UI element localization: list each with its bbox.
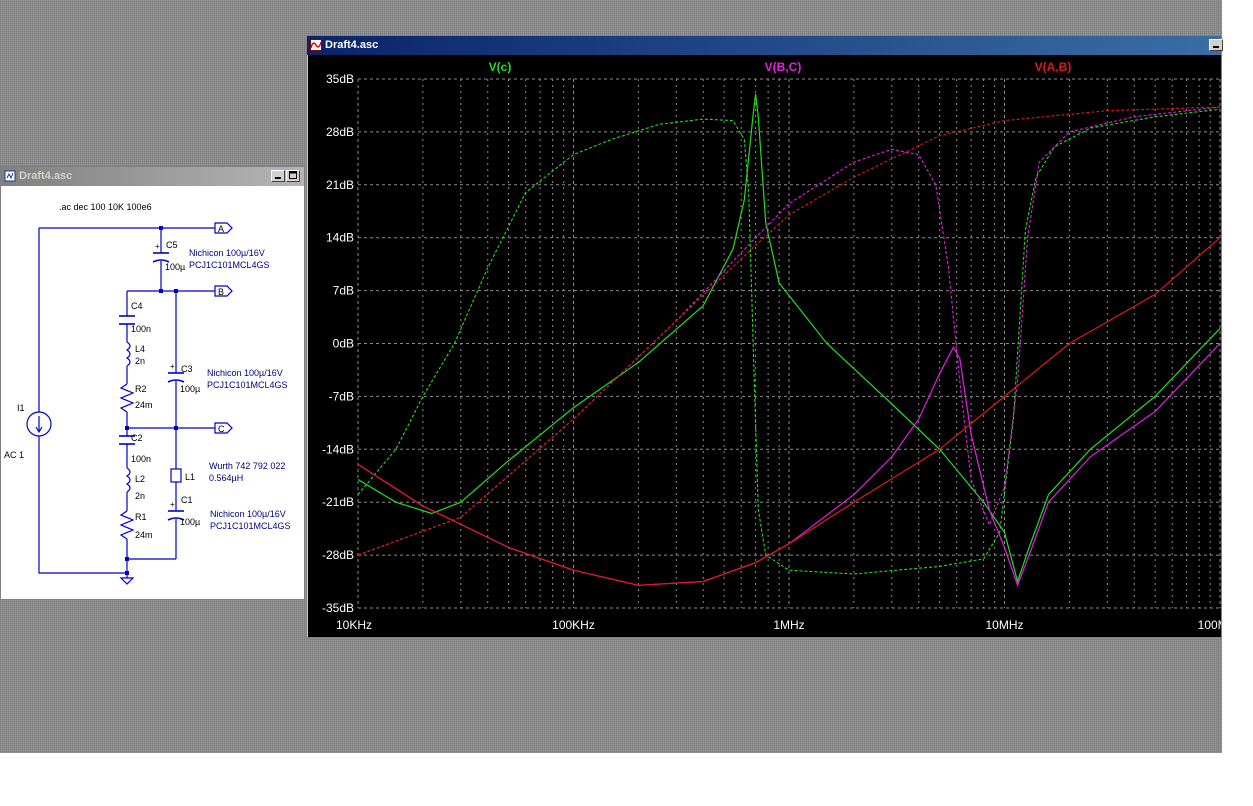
i1-ref: I1 [17, 403, 25, 413]
c5-model: Nichicon 100µ/16V [189, 248, 265, 258]
c5-value: 100µ [165, 262, 185, 272]
maximize-icon [289, 171, 297, 179]
y-tick-label: 35dB [326, 72, 354, 86]
y-tick-label: -35dB [322, 601, 354, 615]
junction [125, 557, 129, 561]
r2-value: 24m [135, 400, 153, 410]
c5-ref: C5 [166, 240, 178, 250]
bode-plot[interactable]: 35dB 28dB 21dB 14dB 7dB 0dB -7dB -14dB -21dB -28d… [308, 55, 1242, 637]
y-tick-label: 14dB [326, 231, 354, 245]
x-tick-label: 100MHz [1198, 618, 1221, 632]
plot-window[interactable]: Draft4.asc 35dB 28dB 21dB 14dB 7dB 0dB -7dB -14… [306, 35, 1242, 638]
legend-entry[interactable]: V(B,C) [765, 60, 802, 74]
minimize-icon [275, 177, 281, 179]
y-tick-label: 28dB [326, 125, 354, 139]
l2-coil [125, 467, 131, 493]
l4-value: 2n [135, 356, 145, 366]
y-tick-label: 21dB [326, 178, 354, 192]
c1-model: Nichicon 100µ/16V [210, 509, 286, 519]
maximize-button[interactable] [286, 170, 300, 182]
ground-symbol [119, 577, 135, 585]
y-tick-label: -14dB [322, 442, 354, 456]
c1-part: PCJ1C101MCL4GS [210, 521, 291, 531]
l2-ref: L2 [135, 474, 145, 484]
waveform-icon [310, 39, 322, 51]
net-label-b: B [218, 287, 224, 297]
schematic-titlebar[interactable]: Draft4.asc [1, 167, 304, 186]
junction [125, 571, 129, 575]
spice-directive: .ac dec 100 10K 100e6 [59, 202, 152, 212]
series-phase-trace[interactable] [357, 108, 1221, 575]
c1-ref: C1 [181, 495, 193, 505]
i1-value: AC 1 [4, 450, 24, 460]
y-tick-label: -28dB [322, 548, 354, 562]
c4-value: 100n [131, 324, 151, 334]
minimize-button[interactable] [1209, 39, 1223, 51]
plot-titlebar[interactable]: Draft4.asc [307, 36, 1223, 55]
c3-polarity: + [170, 362, 175, 371]
junction [125, 426, 129, 430]
c5-part: PCJ1C101MCL4GS [189, 260, 270, 270]
l1-ferrite-inductor [170, 468, 182, 483]
junction [174, 289, 178, 293]
r1-ref: R1 [135, 512, 147, 522]
c3-value: 100µ [180, 384, 200, 394]
plot-title: Draft4.asc [325, 39, 379, 51]
r1-value: 24m [135, 530, 153, 540]
legend-entry[interactable]: V(A,B) [1035, 60, 1072, 74]
l1-model: Wurth 742 792 022 [209, 461, 285, 471]
c3-model: Nichicon 100µ/16V [207, 368, 283, 378]
legend-entry[interactable]: V(c) [489, 60, 512, 74]
x-tick-label: 10MHz [985, 618, 1023, 632]
x-tick-label: 1MHz [773, 618, 804, 632]
l2-value: 2n [135, 491, 145, 501]
schematic-canvas[interactable]: + + + .ac dec 100 10K 100e6 A B C C5 100… [1, 186, 304, 599]
l1-value: 0.564µH [209, 473, 243, 483]
c2-ref: C2 [131, 433, 143, 443]
wire [38, 228, 127, 574]
c2-value: 100n [131, 454, 151, 464]
wire [39, 227, 162, 246]
c1-polarity: + [170, 500, 175, 509]
y-tick-label: -21dB [322, 495, 354, 509]
x-tick-label: 100KHz [552, 618, 595, 632]
x-tick-label: 10KHz [336, 618, 372, 632]
junction [159, 226, 163, 230]
plot-canvas[interactable]: 35dB 28dB 21dB 14dB 7dB 0dB -7dB -14dB -21dB -28d… [308, 55, 1242, 637]
c5-polarity: + [155, 242, 160, 251]
net-label-a: A [218, 224, 224, 234]
y-tick-label: 7dB [333, 284, 354, 298]
l4-coil [125, 341, 131, 367]
schematic-doc-icon [4, 170, 16, 182]
r2-ref: R2 [135, 384, 147, 394]
minimize-button[interactable] [271, 170, 285, 182]
schematic-window[interactable]: Draft4.asc + + + .ac dec 100 10K 100e6 A… [0, 166, 305, 600]
y-tick-label: -7dB [329, 389, 354, 403]
r2-resistor [119, 383, 135, 413]
minimize-icon [1213, 46, 1219, 48]
l4-ref: L4 [135, 344, 145, 354]
c4-ref: C4 [131, 301, 143, 311]
c3-ref: C3 [181, 364, 193, 374]
y-tick-label: 0dB [333, 337, 354, 351]
junction [159, 289, 163, 293]
r1-resistor [119, 510, 135, 540]
c1-value: 100µ [180, 517, 200, 527]
net-label-c: C [218, 424, 225, 434]
l1-ref: L1 [185, 472, 195, 482]
junction [174, 426, 178, 430]
schematic-title: Draft4.asc [19, 170, 73, 182]
c3-part: PCJ1C101MCL4GS [207, 380, 288, 390]
